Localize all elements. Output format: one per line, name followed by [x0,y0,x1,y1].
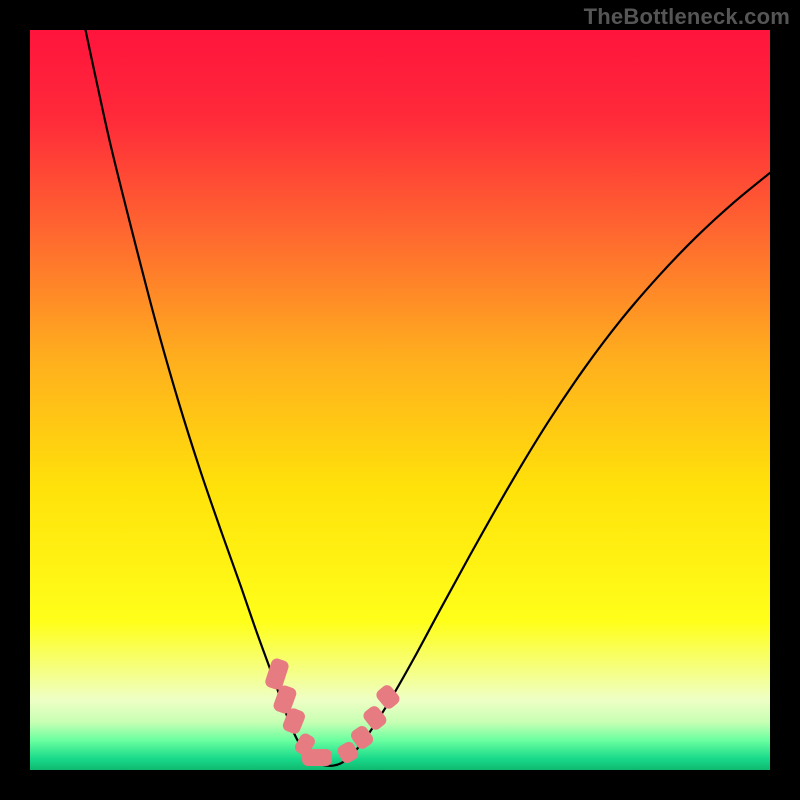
watermark-text: TheBottleneck.com [584,4,790,30]
bottleneck-curve [30,30,770,770]
marker-flat-bottom [302,749,332,767]
chart-frame: TheBottleneck.com [0,0,800,800]
plot-area [30,30,770,770]
